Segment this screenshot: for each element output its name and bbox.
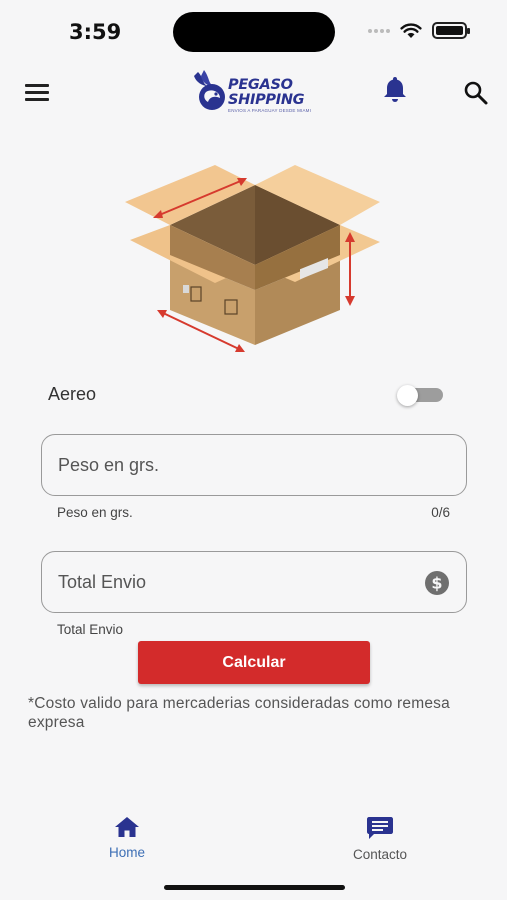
peso-field: [41, 434, 467, 496]
logo-subtitle: ENVIOS A PARAGUAY DESDE MIAMI: [228, 108, 312, 113]
pegasus-logo-icon: [194, 70, 225, 110]
camera-notch: [173, 12, 335, 52]
battery-icon: [432, 22, 470, 39]
calcular-button[interactable]: Calcular: [138, 641, 370, 684]
total-envio-helper-text: Total Envio: [57, 622, 124, 637]
nav-contacto[interactable]: Contacto: [335, 816, 425, 862]
total-envio-input[interactable]: [42, 552, 382, 612]
search-icon[interactable]: [463, 80, 489, 106]
package-dimensions-illustration: [125, 165, 380, 352]
status-icons: [368, 22, 470, 39]
status-time: 3:59: [69, 20, 122, 44]
message-icon: [367, 817, 393, 839]
bell-icon[interactable]: [381, 75, 409, 103]
logo-title-shipping: SHIPPING: [228, 91, 305, 108]
svg-text:$: $: [431, 574, 442, 593]
nav-contacto-label: Contacto: [352, 847, 408, 862]
logo-title-pegaso: PEGASO: [228, 77, 293, 93]
signal-icon: [368, 28, 390, 33]
total-envio-field: $: [41, 551, 467, 613]
wifi-icon: [400, 22, 422, 38]
nav-home[interactable]: Home: [82, 816, 172, 860]
nav-home-label: Home: [108, 845, 145, 860]
menu-button[interactable]: [25, 84, 49, 102]
home-indicator: [164, 885, 345, 890]
peso-helper-text: Peso en grs.: [57, 505, 133, 520]
brand-logo: PEGASO SHIPPING ENVIOS A PARAGUAY DESDE …: [190, 68, 314, 116]
aereo-toggle[interactable]: [397, 385, 444, 406]
home-icon: [115, 817, 139, 837]
peso-char-counter: 0/6: [431, 505, 450, 520]
aereo-label: Aereo: [48, 384, 97, 404]
disclaimer-note: *Costo valido para mercaderias considera…: [28, 695, 450, 731]
dollar-icon: $: [425, 571, 449, 595]
peso-input[interactable]: [42, 435, 382, 495]
